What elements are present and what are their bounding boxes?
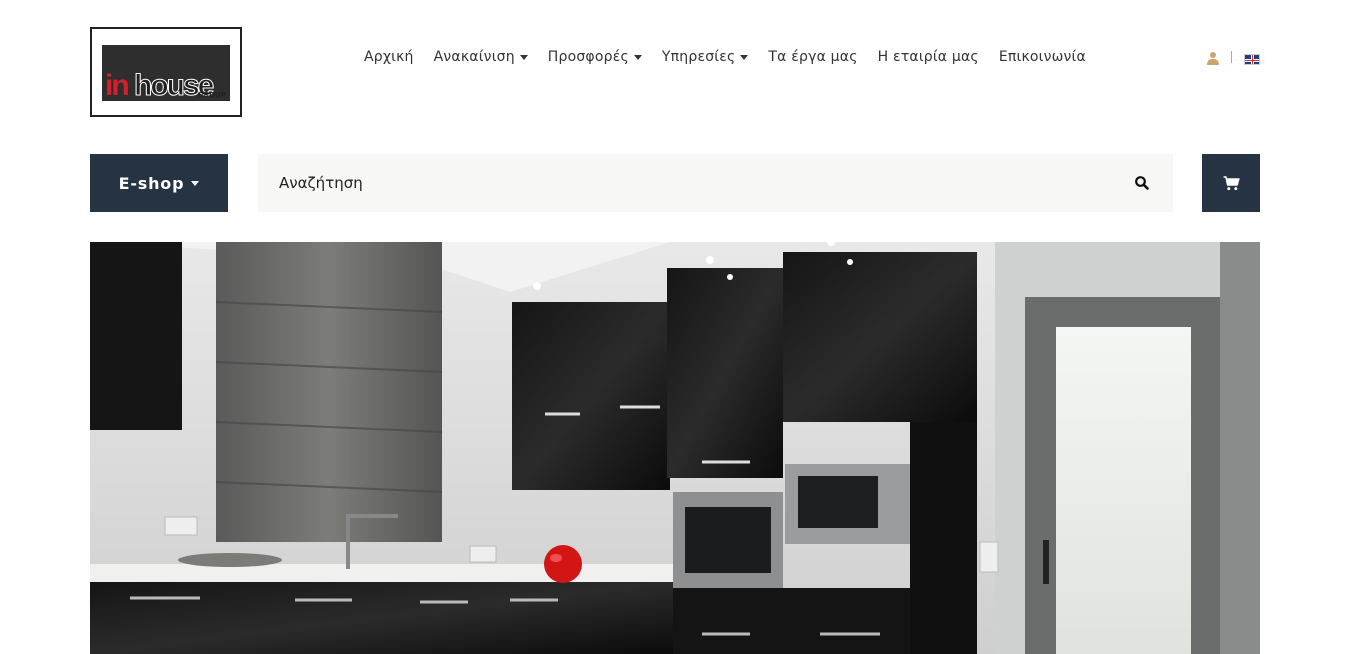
nav-item-label: Επικοινωνία [998,49,1086,65]
search-bar [258,154,1173,212]
nav-item-3[interactable]: Υπηρεσίες [662,47,749,67]
nav-item-6[interactable]: Επικοινωνία [999,47,1086,67]
nav-item-label: Τα έργα μας [768,49,858,65]
nav-item-label: Προσφορές [547,49,629,65]
header-separator [1231,51,1232,63]
logo-text-in: in [105,69,130,102]
user-icon[interactable] [1207,52,1219,65]
eshop-label: E-shop [118,173,185,193]
nav-item-label: Η εταιρία μας [877,49,979,65]
chevron-down-icon [633,54,642,60]
chevron-down-icon [740,54,749,60]
chevron-down-icon [191,180,200,186]
hero-image [90,242,1260,654]
site-logo[interactable]: in house GROUP [90,27,242,117]
cart-button[interactable] [1202,154,1260,212]
uk-flag-icon[interactable] [1244,54,1260,65]
nav-item-1[interactable]: Ανακαίνιση [434,47,528,67]
nav-item-2[interactable]: Προσφορές [548,47,642,67]
cart-icon [1223,175,1240,190]
logo-text-group: GROUP [197,92,226,99]
nav-item-0[interactable]: Αρχική [364,47,414,67]
search-input[interactable] [258,154,1118,212]
nav-item-5[interactable]: Η εταιρία μας [878,47,979,67]
logo-mark: in house GROUP [102,45,230,101]
search-icon[interactable] [1134,175,1150,191]
kitchen-photo [90,242,1260,654]
nav-item-label: Ανακαίνιση [433,49,515,65]
main-nav: Αρχική Ανακαίνιση Προσφορές Υπηρεσίες Τα έργ… [364,47,1106,67]
chevron-down-icon [519,54,528,60]
nav-item-label: Αρχική [364,49,414,65]
nav-item-label: Υπηρεσίες [661,49,736,65]
nav-item-4[interactable]: Τα έργα μας [768,47,857,67]
eshop-dropdown-button[interactable]: E-shop [90,154,228,212]
